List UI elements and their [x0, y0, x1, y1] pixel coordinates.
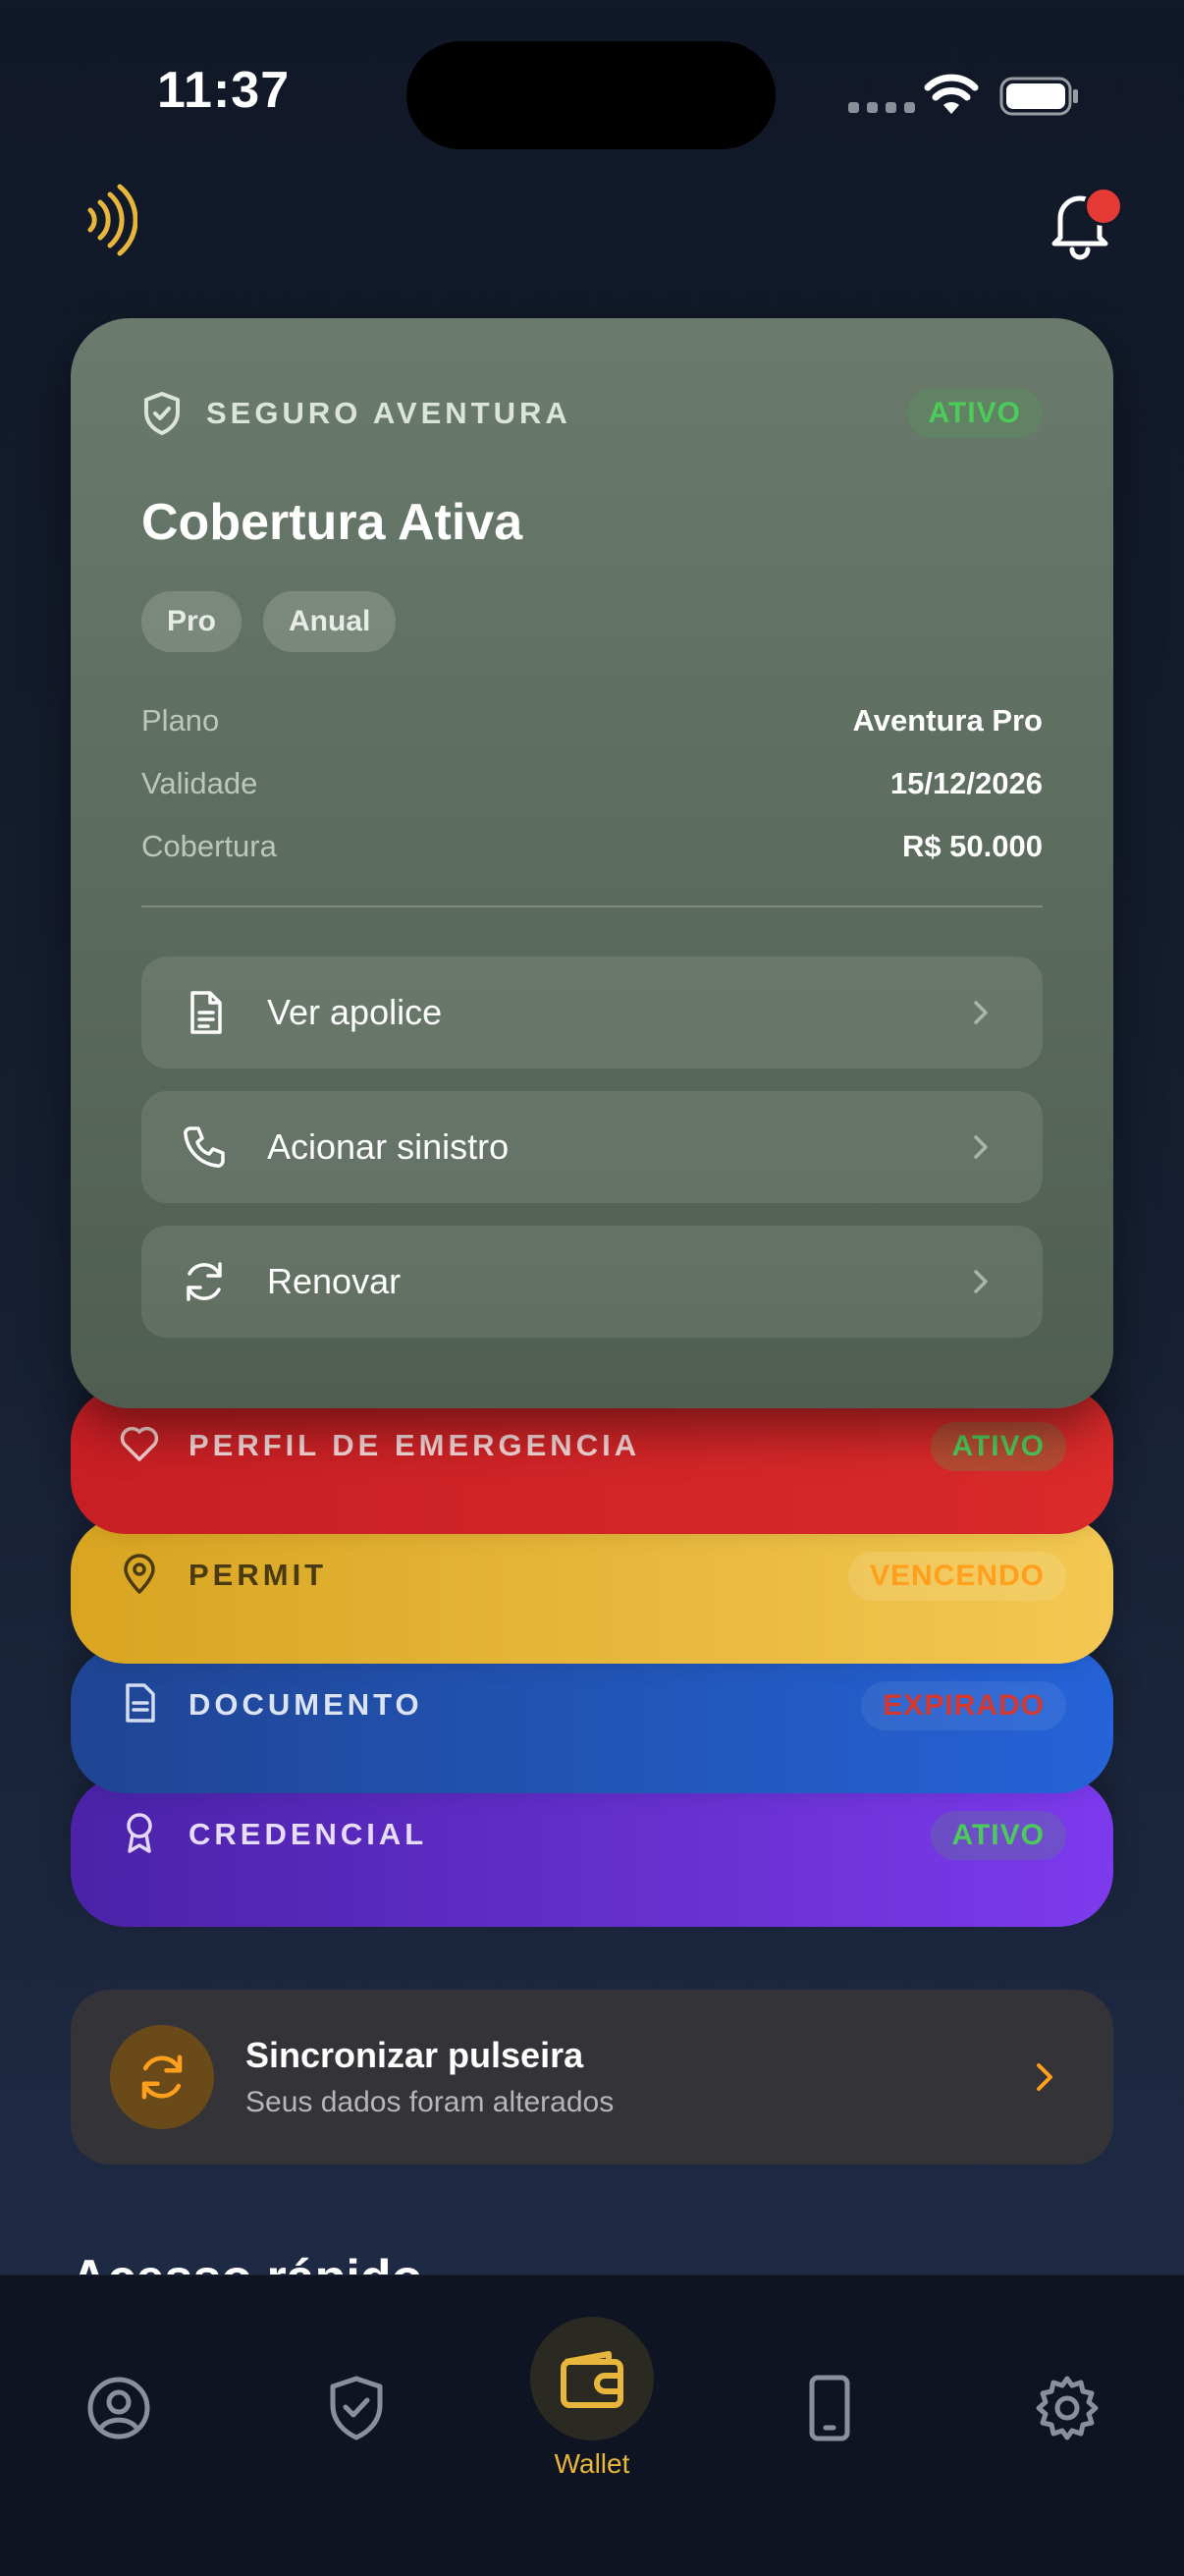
- cellular-signal-icon: [848, 102, 915, 113]
- detail-row-validade: Validade 15/12/2026: [141, 752, 1043, 815]
- card-label: CREDENCIAL: [188, 1817, 428, 1851]
- sync-bracelet-banner[interactable]: Sincronizar pulseira Seus dados foram al…: [71, 1990, 1113, 2165]
- map-pin-icon: [124, 1554, 155, 1594]
- gear-icon[interactable]: [1033, 2374, 1102, 2442]
- status-badge: ATIVO: [906, 389, 1043, 438]
- detail-key: Plano: [141, 703, 220, 738]
- chevron-right-icon: [974, 1270, 988, 1293]
- status-badge: ATIVO: [930, 1422, 1066, 1471]
- insurance-card[interactable]: SEGURO AVENTURA ATIVO Cobertura Ativa Pr…: [71, 318, 1113, 1408]
- dynamic-island: [406, 41, 776, 149]
- permit-card[interactable]: PERMIT VENCENDO: [71, 1516, 1113, 1664]
- view-policy-button[interactable]: Ver apolice: [141, 957, 1043, 1069]
- divider: [141, 905, 1043, 907]
- tab-bar: Wallet: [0, 2275, 1184, 2576]
- profile-icon[interactable]: [84, 2374, 153, 2442]
- detail-row-cobertura: Cobertura R$ 50.000: [141, 815, 1043, 878]
- credential-card[interactable]: CREDENCIAL ATIVO: [71, 1776, 1113, 1927]
- shield-check-icon[interactable]: [322, 2374, 391, 2442]
- notification-badge: [1084, 187, 1123, 226]
- sync-icon-badge: [110, 2025, 214, 2129]
- wallet-icon[interactable]: [556, 2342, 628, 2415]
- detail-key: Validade: [141, 766, 258, 800]
- chevron-right-icon: [1037, 2063, 1052, 2091]
- refresh-icon: [141, 2055, 183, 2100]
- sync-subtitle: Seus dados foram alterados: [245, 2086, 615, 2118]
- detail-key: Cobertura: [141, 829, 277, 863]
- card-label: SEGURO AVENTURA: [206, 396, 571, 430]
- wifi-icon: [924, 74, 979, 114]
- status-badge: EXPIRADO: [861, 1681, 1066, 1730]
- action-label: Renovar: [267, 1261, 402, 1301]
- chevron-right-icon: [974, 1135, 988, 1159]
- nfc-icon[interactable]: [82, 183, 137, 257]
- chevron-right-icon: [974, 1001, 988, 1024]
- card-label: PERFIL DE EMERGENCIA: [188, 1428, 641, 1462]
- heart-icon: [120, 1426, 159, 1461]
- action-label: Ver apolice: [267, 992, 443, 1032]
- phone-device-icon[interactable]: [795, 2374, 864, 2442]
- card-title: Cobertura Ativa: [141, 494, 523, 551]
- claim-button[interactable]: Acionar sinistro: [141, 1091, 1043, 1203]
- period-chip: Anual: [263, 591, 397, 652]
- action-label: Acionar sinistro: [267, 1126, 510, 1167]
- detail-value: Aventura Pro: [852, 703, 1043, 738]
- renew-button[interactable]: Renovar: [141, 1226, 1043, 1338]
- card-label: DOCUMENTO: [188, 1687, 423, 1722]
- plan-chip: Pro: [141, 591, 242, 652]
- card-label: PERMIT: [188, 1558, 328, 1592]
- document-icon: [126, 1683, 155, 1723]
- status-time: 11:37: [157, 62, 291, 119]
- status-badge: ATIVO: [930, 1811, 1066, 1860]
- tab-wallet-label[interactable]: Wallet: [0, 2448, 1184, 2480]
- award-icon: [127, 1813, 152, 1853]
- status-badge: VENCENDO: [847, 1552, 1066, 1601]
- sync-title: Sincronizar pulseira: [245, 2035, 584, 2075]
- document-card[interactable]: DOCUMENTO EXPIRADO: [71, 1646, 1113, 1793]
- document-icon: [190, 991, 222, 1034]
- refresh-icon: [187, 1262, 222, 1301]
- phone-icon: [184, 1126, 225, 1168]
- emergency-profile-card[interactable]: PERFIL DE EMERGENCIA ATIVO: [71, 1387, 1113, 1534]
- shield-check-icon: [144, 392, 180, 435]
- detail-value: R$ 50.000: [901, 829, 1043, 863]
- detail-row-plano: Plano Aventura Pro: [141, 689, 1043, 752]
- battery-icon: [999, 77, 1078, 116]
- detail-value: 15/12/2026: [889, 766, 1043, 800]
